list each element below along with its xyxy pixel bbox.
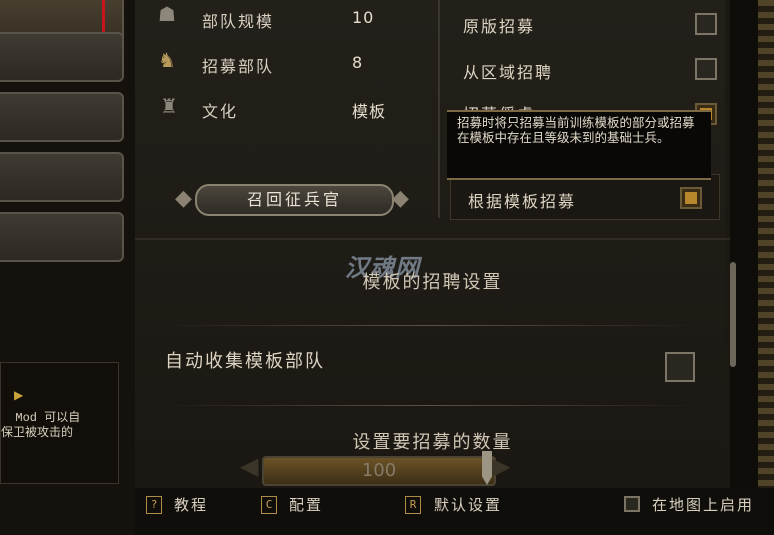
separator-1 xyxy=(160,325,700,326)
culture-value: 模板 xyxy=(352,102,387,121)
config-key-icon: C xyxy=(261,496,277,514)
config-button[interactable]: 配置 xyxy=(289,494,323,515)
menu-button-5[interactable] xyxy=(0,212,124,262)
slider-cap-left-icon: ◀ xyxy=(240,452,259,480)
map-enable-label: 在地图上启用 xyxy=(652,496,755,514)
template-recruit-checkbox[interactable] xyxy=(680,187,702,209)
left-menu-strip: ▶ Mod 可以自 保卫被攻击的 xyxy=(0,0,135,535)
recruit-troops-label: 招募部队 xyxy=(202,57,275,76)
troop-size-icon: ☗ xyxy=(158,2,176,26)
region-recruit-label: 从区域招聘 xyxy=(463,63,554,82)
vanilla-recruit-checkbox[interactable] xyxy=(695,13,717,35)
castle-icon: ♜ xyxy=(160,94,178,118)
auto-collect-checkbox[interactable] xyxy=(665,352,695,382)
recruit-troops-value: 8 xyxy=(352,53,364,72)
count-title: 设置要招募的数量 xyxy=(352,432,513,453)
template-recruit-label: 根据模板招募 xyxy=(468,192,577,211)
tutorial-key-icon: ? xyxy=(146,496,162,514)
vanilla-recruit-label: 原版招募 xyxy=(463,17,536,36)
section-title: 模板的招聘设置 xyxy=(362,272,503,293)
recruit-count-slider[interactable]: 100 xyxy=(262,456,496,486)
arrow-right-icon: ▶ xyxy=(14,388,24,402)
mod-tip-box: ▶ Mod 可以自 保卫被攻击的 xyxy=(0,362,119,484)
template-recruit-row[interactable]: 根据模板招募 xyxy=(450,174,720,220)
column-divider xyxy=(438,0,440,218)
recall-recruiter-button[interactable]: ◆ 召回征兵官 ◆ xyxy=(175,178,410,220)
auto-collect-label: 自动收集模板部队 xyxy=(165,351,325,372)
tooltip: 招募时将只招募当前训练模板的部分或招募在模板中存在且等级未到的基础士兵。 xyxy=(447,110,711,180)
troop-size-label: 部队规模 xyxy=(202,12,275,31)
mod-tip-text: Mod 可以自 保卫被攻击的 xyxy=(1,411,81,440)
section-divider xyxy=(135,238,730,240)
button-cap-left-icon: ◆ xyxy=(175,186,192,211)
menu-button-4[interactable] xyxy=(0,152,124,202)
tutorial-button[interactable]: 教程 xyxy=(174,494,208,515)
default-settings-button[interactable]: 默认设置 xyxy=(434,494,502,515)
recall-button-label: 召回征兵官 xyxy=(195,184,394,216)
slider-value: 100 xyxy=(361,460,397,481)
scrollbar[interactable] xyxy=(728,262,738,372)
culture-label: 文化 xyxy=(202,102,239,121)
region-recruit-checkbox[interactable] xyxy=(695,58,717,80)
button-cap-right-icon: ◆ xyxy=(392,186,409,211)
default-key-icon: R xyxy=(405,496,421,514)
troop-size-value: 10 xyxy=(352,8,375,27)
scroll-thumb[interactable] xyxy=(730,262,736,367)
map-enable-checkbox[interactable] xyxy=(624,496,640,512)
slider-cap-right-icon: ▶ xyxy=(492,452,511,480)
menu-button-2[interactable] xyxy=(0,32,124,82)
frame-ornament xyxy=(758,0,774,535)
menu-button-3[interactable] xyxy=(0,92,124,142)
separator-2 xyxy=(160,405,700,406)
recruit-troops-icon: ♞ xyxy=(158,48,176,72)
